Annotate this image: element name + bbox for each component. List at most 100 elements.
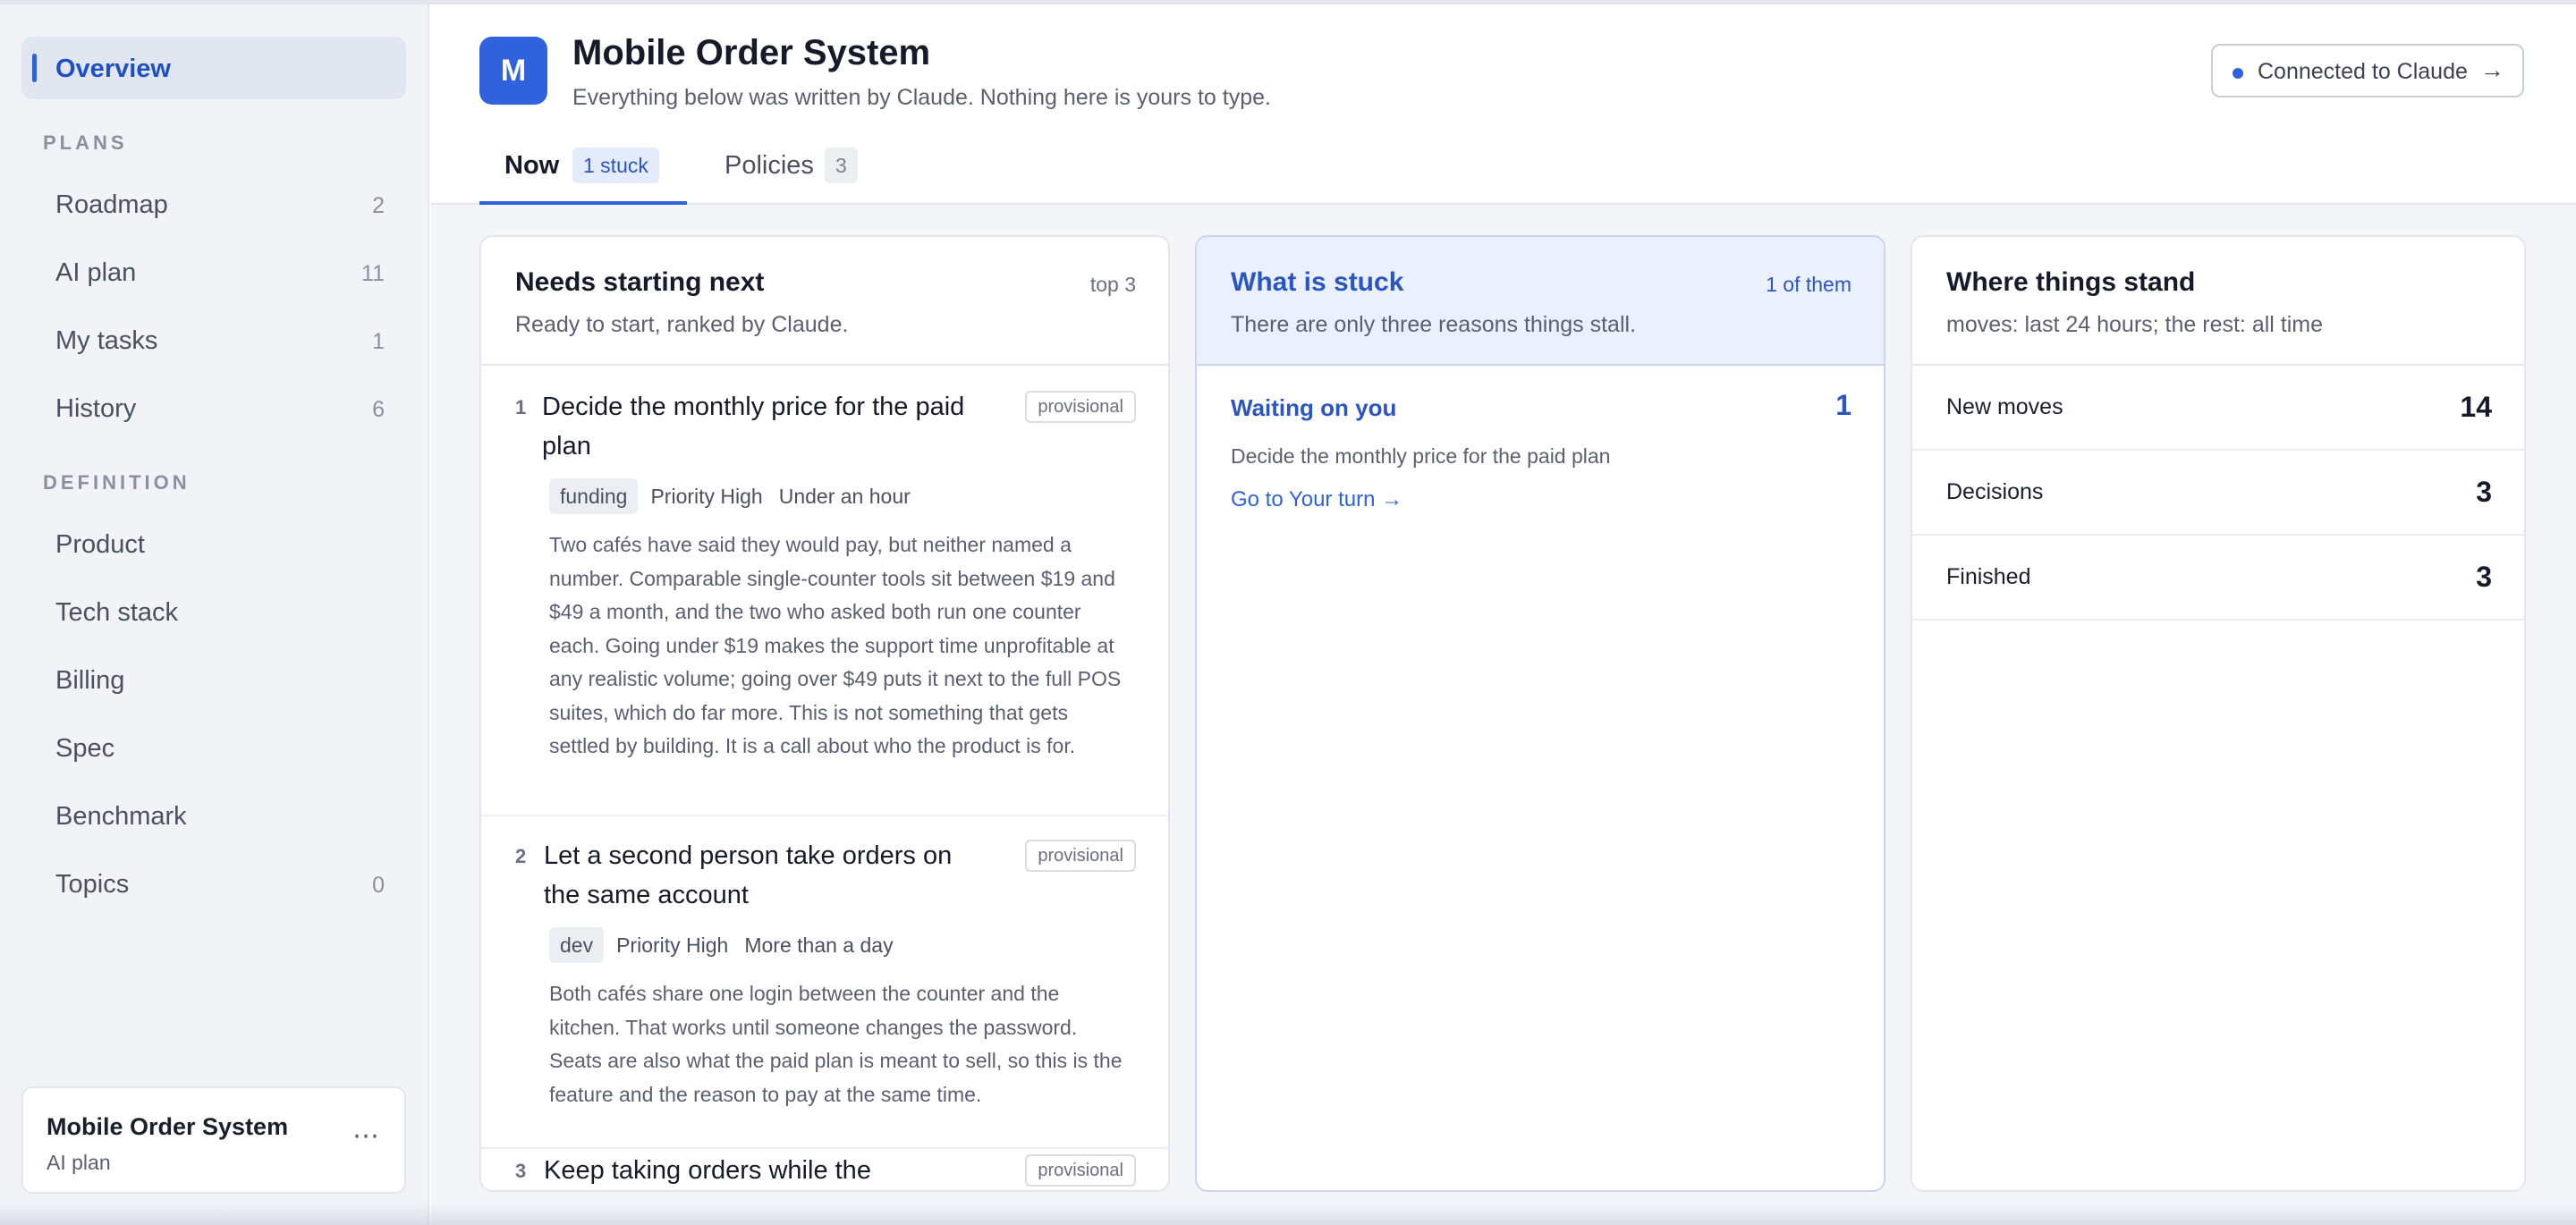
tab-label: Now bbox=[504, 151, 560, 180]
task-rank: 3 bbox=[515, 1160, 527, 1182]
sidebar-item-billing[interactable]: Billing bbox=[21, 654, 406, 707]
stat-label: Finished bbox=[1946, 564, 2031, 589]
sidebar-item-count: 1 bbox=[372, 329, 385, 354]
panel-subtitle: Ready to start, ranked by Claude. bbox=[515, 312, 849, 337]
category-tag: funding bbox=[549, 478, 639, 514]
panel-title: What is stuck bbox=[1231, 267, 1404, 297]
where-things-stand-panel: Where things stand moves: last 24 hours;… bbox=[1911, 235, 2526, 1192]
panel-meta: top 3 bbox=[1089, 273, 1136, 296]
go-to-your-turn-link[interactable]: Go to Your turn → bbox=[1231, 487, 1402, 512]
stat-row: Finished 3 bbox=[1912, 536, 2524, 621]
task-tags: funding Priority High Under an hour bbox=[549, 478, 927, 514]
tab-badge: 3 bbox=[825, 148, 858, 183]
task-description: Both cafés share one login between the c… bbox=[549, 982, 1123, 1106]
stat-value: 3 bbox=[2476, 476, 2492, 508]
stat-label: New moves bbox=[1946, 394, 2063, 419]
window-bottom-edge bbox=[0, 1204, 2576, 1225]
main-area: M Mobile Order System Everything below w… bbox=[431, 4, 2576, 1225]
stuck-reason-title: Waiting on you bbox=[1231, 394, 1397, 421]
sidebar-item-my-tasks[interactable]: My tasks 1 bbox=[21, 314, 406, 368]
section-heading-definition: DEFINITION bbox=[43, 471, 191, 494]
task-title[interactable]: Decide the monthly price for the paid pl… bbox=[542, 387, 989, 466]
task-priority: Priority High bbox=[616, 934, 729, 957]
tab-now[interactable]: Now 1 stuck bbox=[479, 139, 687, 205]
sidebar-item-label: AI plan bbox=[55, 258, 137, 287]
sidebar-item-history[interactable]: History 6 bbox=[21, 382, 406, 435]
sidebar-item-label: Billing bbox=[55, 666, 125, 695]
sidebar-item-label: Roadmap bbox=[55, 190, 168, 219]
status-badge: provisional bbox=[1025, 1154, 1136, 1187]
stat-value: 3 bbox=[2476, 561, 2492, 593]
panel-header: Where things stand moves: last 24 hours;… bbox=[1912, 237, 2524, 366]
panel-title: Needs starting next bbox=[515, 267, 765, 297]
sidebar-item-count: 11 bbox=[361, 261, 385, 286]
project-name: Mobile Order System bbox=[47, 1113, 289, 1140]
status-badge: provisional bbox=[1025, 391, 1136, 423]
more-icon[interactable]: ⋯ bbox=[352, 1120, 381, 1152]
task-rank: 2 bbox=[515, 845, 527, 867]
stuck-reason-count: 1 bbox=[1835, 389, 1852, 421]
sidebar-item-label: Product bbox=[55, 530, 145, 559]
sidebar-item-topics[interactable]: Topics 0 bbox=[21, 858, 406, 911]
sidebar-item-spec[interactable]: Spec bbox=[21, 722, 406, 775]
sidebar-item-product[interactable]: Product bbox=[21, 518, 406, 571]
stat-value: 14 bbox=[2460, 391, 2492, 423]
tab-policies[interactable]: Policies 3 bbox=[699, 139, 869, 205]
sidebar-item-roadmap[interactable]: Roadmap 2 bbox=[21, 178, 406, 232]
panel-title: Where things stand bbox=[1946, 267, 2196, 297]
connection-label: Connected to Claude bbox=[2258, 59, 2468, 84]
sidebar-item-label: My tasks bbox=[55, 326, 158, 355]
stuck-item: Decide the monthly price for the paid pl… bbox=[1231, 444, 1611, 468]
sidebar-item-count: 0 bbox=[372, 873, 385, 898]
sidebar-item-tech-stack[interactable]: Tech stack bbox=[21, 586, 406, 639]
active-indicator bbox=[32, 54, 37, 82]
tab-label: Policies bbox=[724, 151, 814, 180]
task-card[interactable]: 1 Decide the monthly price for the paid … bbox=[481, 387, 1168, 816]
stat-label: Decisions bbox=[1946, 479, 2044, 504]
page-title: Mobile Order System bbox=[572, 33, 931, 72]
status-dot-icon bbox=[2233, 68, 2243, 79]
task-rank: 1 bbox=[515, 396, 527, 418]
task-title[interactable]: Keep taking orders while the bbox=[544, 1151, 991, 1190]
sidebar: Overview PLANS Roadmap 2 AI plan 11 My t… bbox=[0, 4, 429, 1225]
project-switcher[interactable]: Mobile Order System AI plan ⋯ bbox=[21, 1086, 406, 1194]
sidebar-item-label: History bbox=[55, 394, 137, 423]
sidebar-item-count: 6 bbox=[372, 397, 385, 422]
task-effort: More than a day bbox=[744, 934, 894, 957]
page-subtitle: Everything below was written by Claude. … bbox=[572, 85, 1271, 110]
panel-header: Needs starting next top 3 Ready to start… bbox=[481, 237, 1168, 366]
sidebar-item-label: Tech stack bbox=[55, 598, 178, 627]
task-card[interactable]: 2 Let a second person take orders on the… bbox=[481, 836, 1168, 1149]
sidebar-item-count: 2 bbox=[372, 193, 385, 218]
task-title[interactable]: Let a second person take orders on the s… bbox=[544, 836, 991, 915]
project-plan: AI plan bbox=[47, 1151, 111, 1174]
task-card[interactable]: 3 Keep taking orders while the provision… bbox=[481, 1151, 1168, 1190]
category-tag: dev bbox=[549, 927, 605, 963]
sidebar-item-overview[interactable]: Overview bbox=[21, 37, 406, 99]
status-badge: provisional bbox=[1025, 840, 1136, 872]
task-description: Two cafés have said they would pay, but … bbox=[549, 533, 1122, 757]
tab-badge: 1 stuck bbox=[572, 148, 659, 183]
task-tags: dev Priority High More than a day bbox=[549, 927, 910, 963]
sidebar-item-ai-plan[interactable]: AI plan 11 bbox=[21, 246, 406, 300]
panel-header: What is stuck 1 of them There are only t… bbox=[1197, 237, 1884, 366]
task-priority: Priority High bbox=[650, 485, 763, 508]
task-effort: Under an hour bbox=[778, 485, 911, 508]
panel-subtitle: moves: last 24 hours; the rest: all time bbox=[1946, 312, 2324, 337]
sidebar-item-label: Spec bbox=[55, 734, 115, 763]
sidebar-item-label: Overview bbox=[55, 55, 171, 83]
app-logo: M bbox=[479, 37, 547, 105]
sidebar-item-label: Topics bbox=[55, 870, 130, 899]
connected-to-claude-button[interactable]: Connected to Claude → bbox=[2211, 44, 2524, 97]
stat-row: New moves 14 bbox=[1912, 366, 2524, 451]
needs-starting-next-panel: Needs starting next top 3 Ready to start… bbox=[479, 235, 1170, 1192]
what-is-stuck-panel: What is stuck 1 of them There are only t… bbox=[1195, 235, 1885, 1192]
arrow-right-icon: → bbox=[2480, 56, 2504, 83]
section-heading-plans: PLANS bbox=[43, 131, 128, 154]
sidebar-item-label: Benchmark bbox=[55, 802, 187, 831]
panel-subtitle: There are only three reasons things stal… bbox=[1231, 312, 1637, 337]
stat-row: Decisions 3 bbox=[1912, 451, 2524, 536]
sidebar-item-benchmark[interactable]: Benchmark bbox=[21, 790, 406, 843]
panel-meta: 1 of them bbox=[1766, 273, 1852, 296]
page-header: M Mobile Order System Everything below w… bbox=[431, 4, 2576, 205]
